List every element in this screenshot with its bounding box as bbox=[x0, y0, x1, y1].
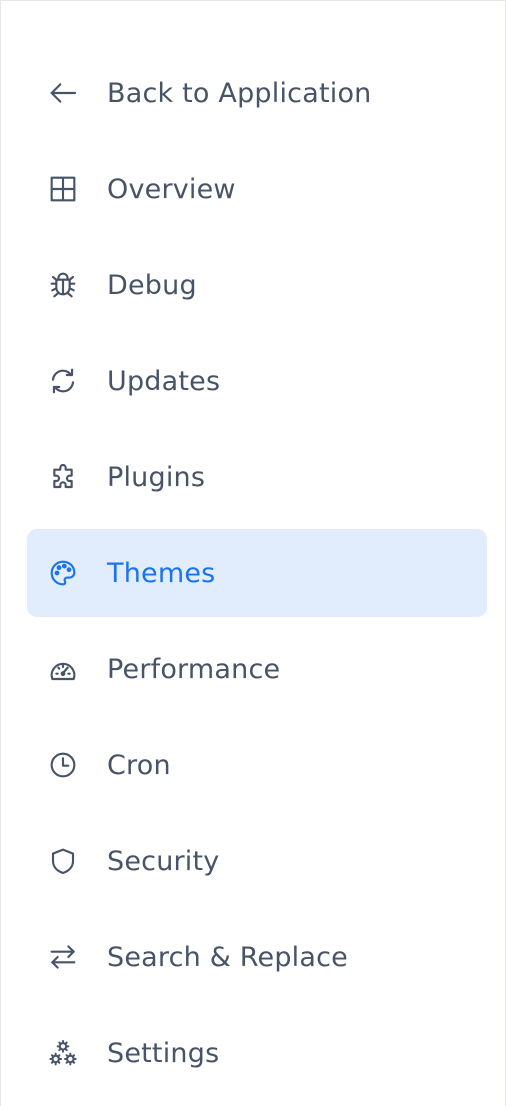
sidebar-item-search-replace[interactable]: Search & Replace bbox=[27, 913, 487, 1001]
sidebar-item-label: Settings bbox=[107, 1037, 220, 1069]
sidebar-item-security[interactable]: Security bbox=[27, 817, 487, 905]
sidebar-item-label: Back to Application bbox=[107, 77, 372, 109]
sidebar-item-overview[interactable]: Overview bbox=[27, 145, 487, 233]
sidebar-item-label: Performance bbox=[107, 653, 281, 685]
arrows-swap-icon bbox=[46, 940, 80, 974]
shield-icon bbox=[46, 844, 80, 878]
grid-icon bbox=[46, 172, 80, 206]
puzzle-icon bbox=[46, 460, 80, 494]
sidebar-item-cron[interactable]: Cron bbox=[27, 721, 487, 809]
sidebar-item-label: Debug bbox=[107, 269, 197, 301]
sidebar-item-label: Cron bbox=[107, 749, 171, 781]
sidebar-item-themes[interactable]: Themes bbox=[27, 529, 487, 617]
arrow-left-icon bbox=[46, 76, 80, 110]
sidebar-item-settings[interactable]: Settings bbox=[27, 1009, 487, 1097]
sidebar-item-debug[interactable]: Debug bbox=[27, 241, 487, 329]
gauge-icon bbox=[46, 652, 80, 686]
palette-icon bbox=[46, 556, 80, 590]
refresh-icon bbox=[46, 364, 80, 398]
sidebar: Back to Application Overview Debug Updat… bbox=[0, 0, 506, 1106]
sidebar-item-performance[interactable]: Performance bbox=[27, 625, 487, 713]
sidebar-item-plugins[interactable]: Plugins bbox=[27, 433, 487, 521]
bug-icon bbox=[46, 268, 80, 302]
clock-icon bbox=[46, 748, 80, 782]
sidebar-item-label: Search & Replace bbox=[107, 941, 348, 973]
sidebar-item-label: Security bbox=[107, 845, 220, 877]
sidebar-item-label: Updates bbox=[107, 365, 221, 397]
sidebar-item-label: Overview bbox=[107, 173, 236, 205]
sidebar-item-back-to-application[interactable]: Back to Application bbox=[27, 49, 487, 137]
sidebar-item-updates[interactable]: Updates bbox=[27, 337, 487, 425]
cogs-icon bbox=[46, 1036, 80, 1070]
sidebar-item-label: Plugins bbox=[107, 461, 206, 493]
sidebar-item-label: Themes bbox=[107, 557, 216, 589]
